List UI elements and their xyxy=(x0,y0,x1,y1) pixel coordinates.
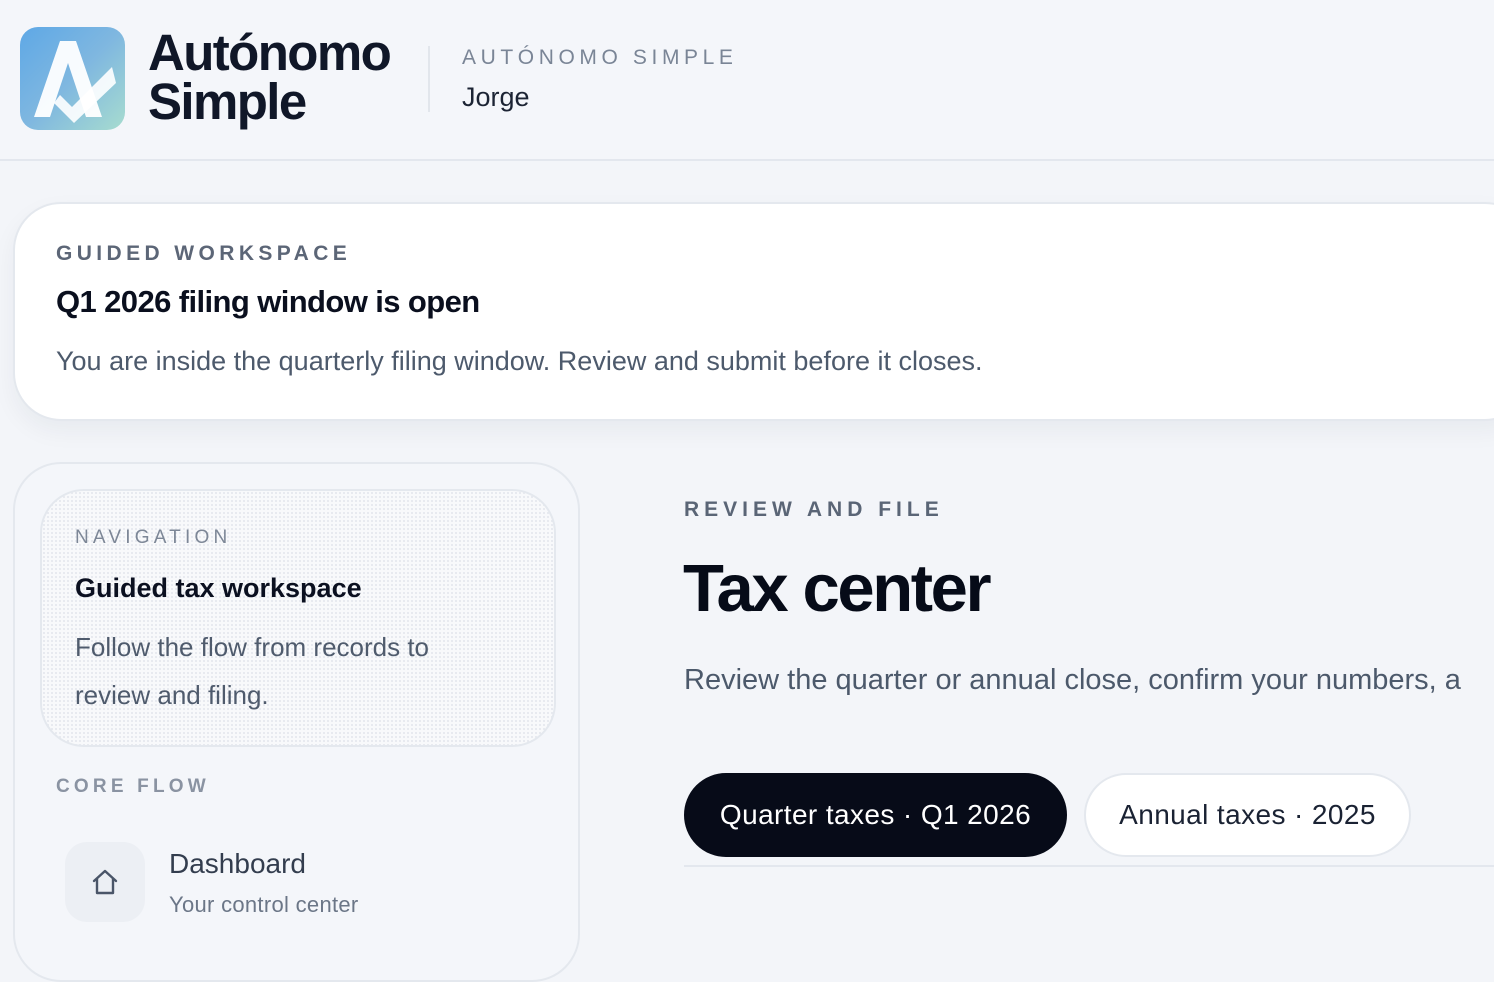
page-description: Review the quarter or annual close, conf… xyxy=(684,664,1461,696)
page-title: Tax center xyxy=(683,551,992,626)
brand-wordmark[interactable]: Autónomo Simple xyxy=(148,24,392,130)
core-flow-label: CORE FLOW xyxy=(56,776,210,797)
sidebar-item-label: Dashboard xyxy=(169,848,306,879)
alert-title: Q1 2026 filing window is open xyxy=(56,284,480,319)
workspace-eyebrow: AUTÓNOMO SIMPLE xyxy=(462,46,738,69)
nav-card-description: Follow the flow from records to review a… xyxy=(75,632,430,710)
filing-window-alert: GUIDED WORKSPACE Q1 2026 filing window i… xyxy=(13,202,1494,421)
tab-annual-taxes[interactable]: Annual taxes · 2025 xyxy=(1084,773,1411,857)
tab-quarter-taxes[interactable]: Quarter taxes · Q1 2026 xyxy=(684,773,1067,857)
nav-card-title: Guided tax workspace xyxy=(75,573,362,603)
navigation-card: NAVIGATION Guided tax workspace Follow t… xyxy=(40,489,556,747)
sidebar-item-sub: Your control center xyxy=(169,892,359,917)
brand-line-1: Autónomo xyxy=(148,24,392,81)
dashboard-icon-box xyxy=(65,842,145,922)
tax-period-tabs: Quarter taxes · Q1 2026 Annual taxes · 2… xyxy=(684,773,1494,867)
brand-logo-icon[interactable] xyxy=(20,27,125,130)
nav-card-eyebrow: NAVIGATION xyxy=(75,527,232,548)
user-name[interactable]: Jorge xyxy=(462,82,530,113)
main-eyebrow: REVIEW AND FILE xyxy=(684,498,944,521)
header-divider xyxy=(428,46,430,112)
sidebar: NAVIGATION Guided tax workspace Follow t… xyxy=(13,462,580,982)
brand-line-2: Simple xyxy=(148,73,307,130)
home-icon xyxy=(92,869,118,895)
top-header: Autónomo Simple AUTÓNOMO SIMPLE Jorge xyxy=(0,0,1494,161)
alert-body: You are inside the quarterly filing wind… xyxy=(56,346,983,376)
alert-eyebrow: GUIDED WORKSPACE xyxy=(56,242,352,265)
sidebar-item-dashboard[interactable]: Dashboard Your control center xyxy=(65,842,535,922)
